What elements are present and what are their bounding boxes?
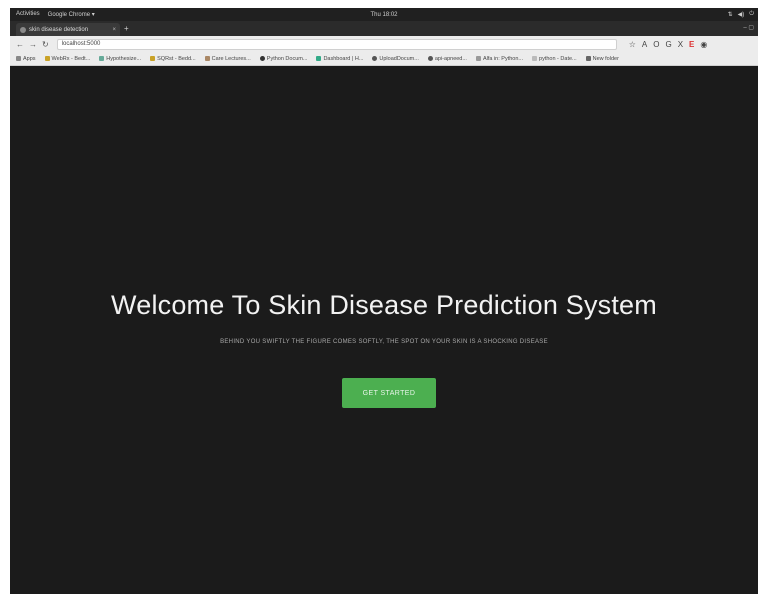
volume-icon[interactable]: ◀) bbox=[738, 11, 745, 18]
bookmark-item[interactable]: Hypothesize... bbox=[99, 56, 141, 62]
clock[interactable]: Thu 18:02 bbox=[10, 12, 758, 18]
window-controls[interactable]: – ▢ bbox=[743, 24, 754, 31]
url-text: localhost:5000 bbox=[61, 41, 101, 47]
bookmark-item[interactable]: api-apneed... bbox=[427, 56, 467, 62]
page-content: Welcome To Skin Disease Prediction Syste… bbox=[10, 67, 758, 594]
favicon-icon bbox=[20, 26, 26, 33]
tab-title: skin disease detection bbox=[29, 26, 89, 33]
bookmark-item[interactable]: UploadDocum... bbox=[372, 56, 419, 62]
hero-subtitle: BEHIND YOU SWIFTLY THE FIGURE COMES SOFT… bbox=[220, 339, 548, 345]
bookmark-icon bbox=[44, 56, 50, 61]
extension-e-icon[interactable]: E bbox=[689, 40, 694, 49]
os-top-bar: Activities Google Chrome ▾ Thu 18:02 ⇅ ◀… bbox=[10, 8, 758, 21]
system-tray[interactable]: ⇅ ◀) ⏻ bbox=[728, 11, 754, 18]
bookmark-item[interactable]: Care Lectures... bbox=[204, 56, 251, 62]
hero-title: Welcome To Skin Disease Prediction Syste… bbox=[111, 290, 657, 320]
tab-strip: skin disease detection × + – ▢ bbox=[10, 21, 758, 36]
bookmark-item[interactable]: Alfa in: Python... bbox=[475, 56, 523, 62]
bookmark-icon bbox=[532, 56, 538, 61]
new-tab-button[interactable]: + bbox=[124, 24, 129, 33]
profile-icon[interactable]: ◉ bbox=[700, 40, 707, 49]
bookmark-icon bbox=[204, 56, 210, 61]
network-icon[interactable]: ⇅ bbox=[728, 11, 733, 18]
extension-o-icon[interactable]: O bbox=[653, 40, 659, 49]
bookmark-icon bbox=[316, 56, 322, 61]
bookmarks-bar: Apps WebRx - Bedt... Hypothesize... SQRs… bbox=[10, 52, 758, 66]
desktop-screen: Activities Google Chrome ▾ Thu 18:02 ⇅ ◀… bbox=[10, 8, 758, 594]
browser-tab[interactable]: skin disease detection × bbox=[16, 23, 120, 36]
bookmark-item[interactable]: WebRx - Bedt... bbox=[44, 56, 90, 62]
browser-toolbar: ← → ↻ localhost:5000 ☆ A O G X E ◉ bbox=[10, 36, 758, 52]
get-started-button[interactable]: GET STARTED bbox=[342, 378, 436, 408]
bookmark-item[interactable]: Dashboard | H... bbox=[316, 56, 363, 62]
extension-x-icon[interactable]: X bbox=[678, 40, 683, 49]
bookmark-item[interactable]: Python Docum... bbox=[259, 56, 307, 62]
back-icon[interactable]: ← bbox=[16, 40, 24, 49]
power-icon[interactable]: ⏻ bbox=[749, 11, 754, 18]
bookmark-apps[interactable]: Apps bbox=[16, 56, 36, 62]
extension-a-icon[interactable]: A bbox=[642, 40, 647, 49]
bookmark-folder[interactable]: New folder bbox=[585, 56, 619, 62]
bookmark-icon bbox=[99, 56, 105, 61]
extensions-area: ☆ A O G X E ◉ bbox=[629, 40, 708, 49]
close-tab-icon[interactable]: × bbox=[112, 27, 116, 33]
bookmark-icon bbox=[259, 56, 265, 61]
folder-icon bbox=[585, 56, 591, 61]
address-bar[interactable]: localhost:5000 bbox=[56, 38, 617, 50]
bookmark-icon bbox=[427, 56, 433, 61]
bookmark-item[interactable]: SQRst - Bedd... bbox=[150, 56, 196, 62]
bookmark-icon bbox=[372, 56, 378, 61]
bookmark-item[interactable]: python - Date... bbox=[532, 56, 577, 62]
extension-g-icon[interactable]: G bbox=[665, 40, 671, 49]
bookmark-icon bbox=[150, 56, 156, 61]
apps-icon bbox=[16, 56, 21, 61]
bookmark-icon bbox=[475, 56, 481, 61]
bookmark-star-icon[interactable]: ☆ bbox=[629, 40, 636, 49]
forward-icon[interactable]: → bbox=[29, 40, 37, 49]
reload-icon[interactable]: ↻ bbox=[42, 40, 49, 49]
